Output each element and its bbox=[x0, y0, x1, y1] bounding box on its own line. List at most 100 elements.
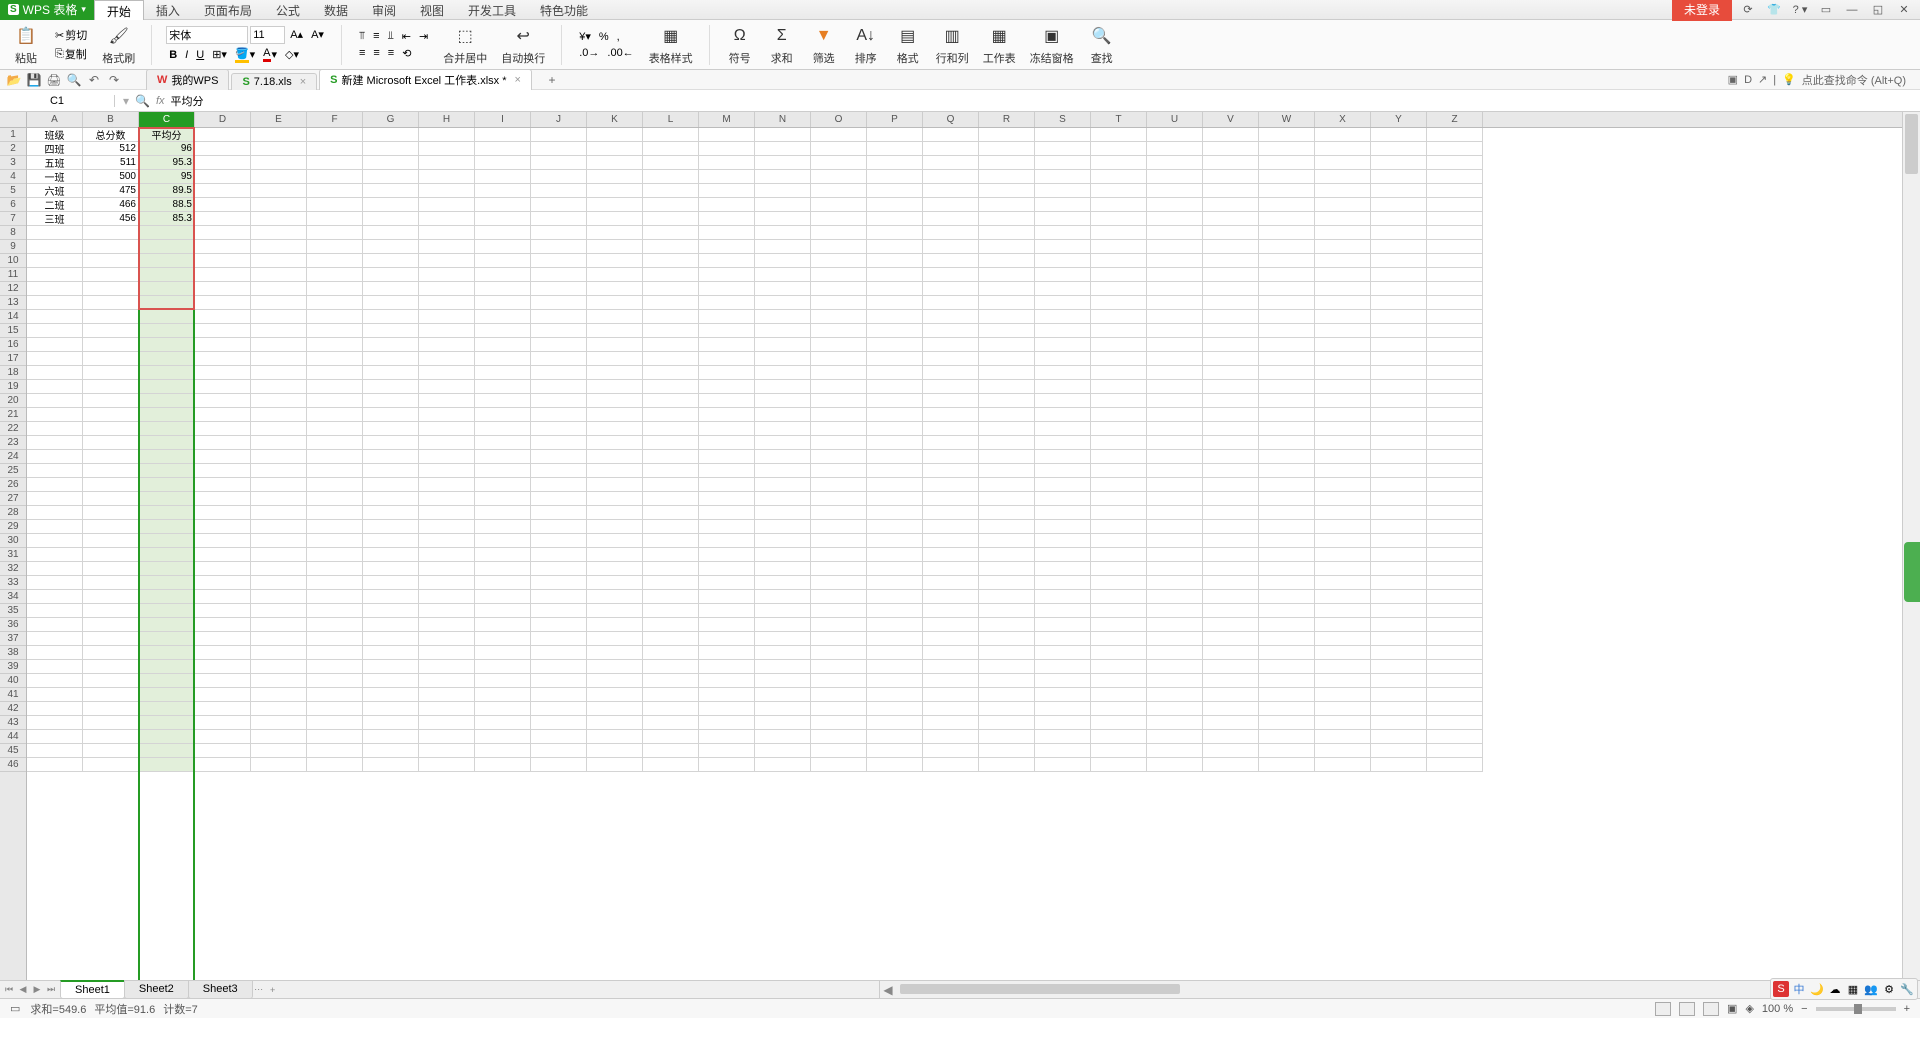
cell-B13[interactable] bbox=[83, 296, 139, 310]
cell-A20[interactable] bbox=[27, 394, 83, 408]
cell-S41[interactable] bbox=[1035, 688, 1091, 702]
cell-O20[interactable] bbox=[811, 394, 867, 408]
cell-W25[interactable] bbox=[1259, 464, 1315, 478]
cell-V18[interactable] bbox=[1203, 366, 1259, 380]
cell-Z16[interactable] bbox=[1427, 338, 1483, 352]
cell-U11[interactable] bbox=[1147, 268, 1203, 282]
cell-M18[interactable] bbox=[699, 366, 755, 380]
cell-V1[interactable] bbox=[1203, 128, 1259, 142]
cell-P31[interactable] bbox=[867, 548, 923, 562]
cell-B10[interactable] bbox=[83, 254, 139, 268]
cell-W22[interactable] bbox=[1259, 422, 1315, 436]
cell-H20[interactable] bbox=[419, 394, 475, 408]
cell-F34[interactable] bbox=[307, 590, 363, 604]
cell-Q21[interactable] bbox=[923, 408, 979, 422]
menu-tab-0[interactable]: 开始 bbox=[94, 0, 144, 20]
sum-group[interactable]: Σ求和 bbox=[766, 23, 798, 66]
cell-T19[interactable] bbox=[1091, 380, 1147, 394]
cell-F14[interactable] bbox=[307, 310, 363, 324]
cell-O10[interactable] bbox=[811, 254, 867, 268]
cell-Z29[interactable] bbox=[1427, 520, 1483, 534]
cell-D17[interactable] bbox=[195, 352, 251, 366]
cell-M42[interactable] bbox=[699, 702, 755, 716]
cell-J30[interactable] bbox=[531, 534, 587, 548]
cell-U42[interactable] bbox=[1147, 702, 1203, 716]
cell-K4[interactable] bbox=[587, 170, 643, 184]
cell-F23[interactable] bbox=[307, 436, 363, 450]
cell-Q23[interactable] bbox=[923, 436, 979, 450]
cell-Z14[interactable] bbox=[1427, 310, 1483, 324]
cell-R25[interactable] bbox=[979, 464, 1035, 478]
cell-W6[interactable] bbox=[1259, 198, 1315, 212]
mode-icon-2[interactable]: D bbox=[1744, 74, 1752, 86]
cell-J29[interactable] bbox=[531, 520, 587, 534]
row-header-16[interactable]: 16 bbox=[0, 338, 26, 352]
cell-B40[interactable] bbox=[83, 674, 139, 688]
cell-S33[interactable] bbox=[1035, 576, 1091, 590]
cell-V43[interactable] bbox=[1203, 716, 1259, 730]
cell-Q13[interactable] bbox=[923, 296, 979, 310]
cell-B38[interactable] bbox=[83, 646, 139, 660]
cell-E34[interactable] bbox=[251, 590, 307, 604]
bold-button[interactable]: B bbox=[166, 48, 180, 62]
cell-K42[interactable] bbox=[587, 702, 643, 716]
cell-E37[interactable] bbox=[251, 632, 307, 646]
cell-I25[interactable] bbox=[475, 464, 531, 478]
row-header-19[interactable]: 19 bbox=[0, 380, 26, 394]
cell-C36[interactable] bbox=[139, 618, 195, 632]
cell-F21[interactable] bbox=[307, 408, 363, 422]
cell-D1[interactable] bbox=[195, 128, 251, 142]
cell-P27[interactable] bbox=[867, 492, 923, 506]
cell-K10[interactable] bbox=[587, 254, 643, 268]
cell-W34[interactable] bbox=[1259, 590, 1315, 604]
cell-Y6[interactable] bbox=[1371, 198, 1427, 212]
cell-I7[interactable] bbox=[475, 212, 531, 226]
cell-Z12[interactable] bbox=[1427, 282, 1483, 296]
cell-U21[interactable] bbox=[1147, 408, 1203, 422]
cell-P30[interactable] bbox=[867, 534, 923, 548]
cell-K20[interactable] bbox=[587, 394, 643, 408]
cell-G21[interactable] bbox=[363, 408, 419, 422]
cell-Y31[interactable] bbox=[1371, 548, 1427, 562]
cell-T18[interactable] bbox=[1091, 366, 1147, 380]
cell-Y27[interactable] bbox=[1371, 492, 1427, 506]
cell-F22[interactable] bbox=[307, 422, 363, 436]
cell-K41[interactable] bbox=[587, 688, 643, 702]
cell-C10[interactable] bbox=[139, 254, 195, 268]
cell-U20[interactable] bbox=[1147, 394, 1203, 408]
cell-I21[interactable] bbox=[475, 408, 531, 422]
cell-X24[interactable] bbox=[1315, 450, 1371, 464]
cell-S39[interactable] bbox=[1035, 660, 1091, 674]
cell-S36[interactable] bbox=[1035, 618, 1091, 632]
cell-G14[interactable] bbox=[363, 310, 419, 324]
cell-K25[interactable] bbox=[587, 464, 643, 478]
cell-Y43[interactable] bbox=[1371, 716, 1427, 730]
cell-P46[interactable] bbox=[867, 758, 923, 772]
cell-E22[interactable] bbox=[251, 422, 307, 436]
cell-O14[interactable] bbox=[811, 310, 867, 324]
cell-I34[interactable] bbox=[475, 590, 531, 604]
cell-H35[interactable] bbox=[419, 604, 475, 618]
cell-Q45[interactable] bbox=[923, 744, 979, 758]
cell-F37[interactable] bbox=[307, 632, 363, 646]
cell-I10[interactable] bbox=[475, 254, 531, 268]
cell-U17[interactable] bbox=[1147, 352, 1203, 366]
cell-K34[interactable] bbox=[587, 590, 643, 604]
cell-A32[interactable] bbox=[27, 562, 83, 576]
cell-B8[interactable] bbox=[83, 226, 139, 240]
cell-D41[interactable] bbox=[195, 688, 251, 702]
cell-D46[interactable] bbox=[195, 758, 251, 772]
cell-N11[interactable] bbox=[755, 268, 811, 282]
cell-B20[interactable] bbox=[83, 394, 139, 408]
col-header-G[interactable]: G bbox=[363, 112, 419, 127]
cell-Y24[interactable] bbox=[1371, 450, 1427, 464]
cell-O23[interactable] bbox=[811, 436, 867, 450]
cell-L7[interactable] bbox=[643, 212, 699, 226]
cell-I24[interactable] bbox=[475, 450, 531, 464]
cell-A44[interactable] bbox=[27, 730, 83, 744]
cell-F38[interactable] bbox=[307, 646, 363, 660]
cell-X2[interactable] bbox=[1315, 142, 1371, 156]
cell-D11[interactable] bbox=[195, 268, 251, 282]
cell-Z5[interactable] bbox=[1427, 184, 1483, 198]
cell-L20[interactable] bbox=[643, 394, 699, 408]
